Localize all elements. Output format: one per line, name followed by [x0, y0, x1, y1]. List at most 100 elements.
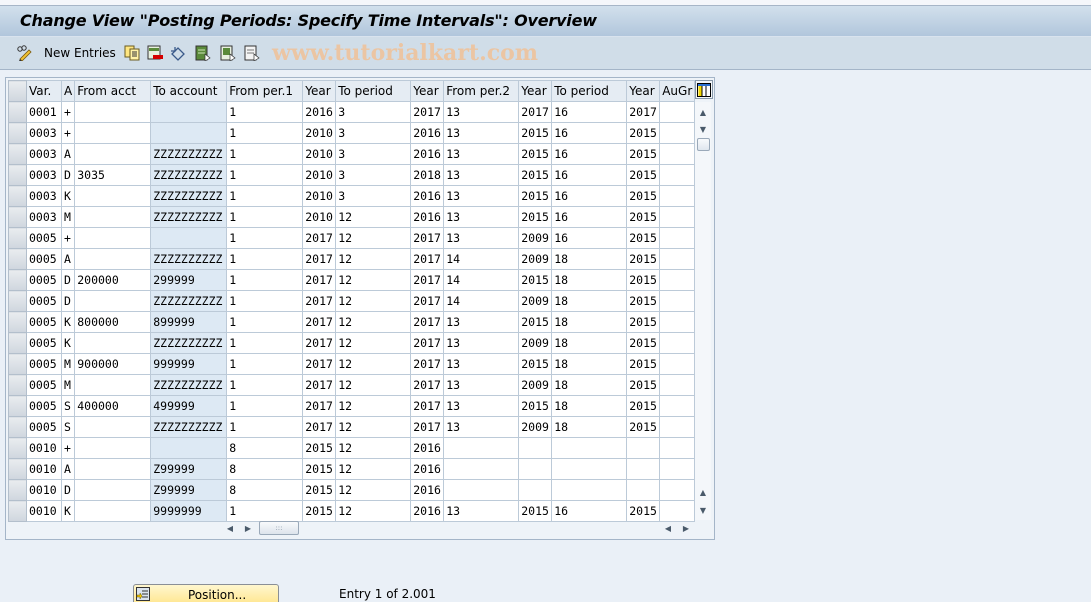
cell-var[interactable]: 0003 — [26, 143, 62, 165]
cell-year-2[interactable]: 2017 — [410, 101, 445, 123]
cell-to-period-1[interactable]: 3 — [335, 143, 412, 165]
cell-year-2[interactable]: 2017 — [410, 332, 445, 354]
cell-to-period-1[interactable]: 12 — [335, 479, 412, 501]
cell-year-2[interactable]: 2017 — [410, 395, 445, 417]
cell-augr[interactable] — [659, 332, 696, 354]
cell-to-period-2[interactable]: 16 — [551, 122, 628, 144]
cell-year-1[interactable]: 2010 — [302, 164, 337, 186]
cell-year-3[interactable]: 2009 — [518, 248, 553, 270]
column-header-from-per-2[interactable]: From per.2 — [443, 80, 520, 102]
cell-to-period-1[interactable]: 12 — [335, 416, 412, 438]
cell-augr[interactable] — [659, 395, 696, 417]
cell-year-1[interactable]: 2017 — [302, 416, 337, 438]
cell-to-account[interactable]: 899999 — [150, 311, 228, 333]
cell-year-2[interactable]: 2016 — [410, 437, 445, 459]
cell-from-acct[interactable] — [74, 332, 152, 354]
cell-from-per-2[interactable]: 13 — [443, 353, 520, 375]
cell-to-period-2[interactable]: 18 — [551, 269, 628, 291]
cell-augr[interactable] — [659, 143, 696, 165]
vertical-scroll-thumb[interactable] — [697, 138, 710, 151]
column-header-account-type[interactable]: A — [60, 80, 76, 102]
cell-to-period-2[interactable]: 16 — [551, 101, 628, 123]
cell-augr[interactable] — [659, 374, 696, 396]
cell-from-per-2[interactable]: 14 — [443, 248, 520, 270]
row-selector-button[interactable] — [8, 269, 27, 291]
column-configuration-button[interactable] — [695, 80, 713, 99]
cell-year-1[interactable]: 2017 — [302, 332, 337, 354]
cell-year-1[interactable]: 2017 — [302, 248, 337, 270]
row-selector-button[interactable] — [8, 248, 27, 270]
cell-year-4[interactable]: 2015 — [626, 332, 661, 354]
column-header-year-3[interactable]: Year — [518, 80, 553, 102]
cell-year-1[interactable]: 2017 — [302, 353, 337, 375]
cell-augr[interactable] — [659, 269, 696, 291]
cell-augr[interactable] — [659, 206, 696, 228]
cell-year-3[interactable]: 2015 — [518, 311, 553, 333]
cell-year-1[interactable]: 2017 — [302, 311, 337, 333]
cell-account-type[interactable]: K — [60, 332, 76, 354]
cell-year-4[interactable]: 2015 — [626, 395, 661, 417]
cell-year-3[interactable]: 2015 — [518, 353, 553, 375]
cell-to-account[interactable]: ZZZZZZZZZZ — [150, 374, 228, 396]
cell-year-4[interactable]: 2015 — [626, 500, 661, 522]
cell-to-period-2[interactable]: 18 — [551, 353, 628, 375]
cell-to-account[interactable] — [150, 101, 228, 123]
cell-var[interactable]: 0010 — [26, 479, 62, 501]
cell-var[interactable]: 0010 — [26, 500, 62, 522]
cell-from-acct[interactable]: 800000 — [74, 311, 152, 333]
cell-from-per-2[interactable] — [443, 437, 520, 459]
cell-year-1[interactable]: 2017 — [302, 395, 337, 417]
cell-augr[interactable] — [659, 227, 696, 249]
cell-from-per-1[interactable]: 1 — [226, 122, 304, 144]
cell-to-account[interactable]: 9999999 — [150, 500, 228, 522]
cell-account-type[interactable]: K — [60, 500, 76, 522]
cell-year-1[interactable]: 2010 — [302, 185, 337, 207]
cell-from-acct[interactable] — [74, 122, 152, 144]
cell-from-per-2[interactable]: 13 — [443, 122, 520, 144]
cell-account-type[interactable]: A — [60, 143, 76, 165]
cell-year-4[interactable]: 2017 — [626, 101, 661, 123]
cell-year-4[interactable] — [626, 437, 661, 459]
column-header-to-period-1[interactable]: To period — [335, 80, 412, 102]
cell-from-acct[interactable] — [74, 500, 152, 522]
cell-to-period-2[interactable]: 16 — [551, 164, 628, 186]
cell-year-2[interactable]: 2016 — [410, 143, 445, 165]
cell-var[interactable]: 0003 — [26, 185, 62, 207]
cell-year-4[interactable]: 2015 — [626, 164, 661, 186]
cell-to-period-2[interactable] — [551, 437, 628, 459]
cell-augr[interactable] — [659, 248, 696, 270]
cell-to-account[interactable]: Z99999 — [150, 458, 228, 480]
cell-year-4[interactable]: 2015 — [626, 248, 661, 270]
cell-from-per-2[interactable]: 13 — [443, 185, 520, 207]
cell-account-type[interactable]: D — [60, 479, 76, 501]
cell-from-per-1[interactable]: 8 — [226, 458, 304, 480]
cell-year-2[interactable]: 2017 — [410, 227, 445, 249]
cell-year-4[interactable]: 2015 — [626, 206, 661, 228]
cell-from-per-2[interactable] — [443, 458, 520, 480]
cell-year-1[interactable]: 2015 — [302, 458, 337, 480]
cell-year-3[interactable]: 2015 — [518, 185, 553, 207]
cell-from-per-2[interactable]: 13 — [443, 332, 520, 354]
cell-year-1[interactable]: 2017 — [302, 269, 337, 291]
cell-account-type[interactable]: S — [60, 416, 76, 438]
cell-augr[interactable] — [659, 479, 696, 501]
cell-from-acct[interactable] — [74, 206, 152, 228]
cell-from-per-2[interactable]: 13 — [443, 500, 520, 522]
cell-var[interactable]: 0005 — [26, 227, 62, 249]
scroll-column-right-button[interactable]: ▶ — [679, 520, 693, 536]
cell-year-3[interactable]: 2009 — [518, 290, 553, 312]
cell-account-type[interactable]: + — [60, 122, 76, 144]
cell-to-period-1[interactable]: 12 — [335, 500, 412, 522]
cell-var[interactable]: 0003 — [26, 164, 62, 186]
cell-to-period-1[interactable]: 12 — [335, 395, 412, 417]
cell-from-acct[interactable] — [74, 290, 152, 312]
cell-from-per-1[interactable]: 1 — [226, 416, 304, 438]
cell-year-2[interactable]: 2016 — [410, 479, 445, 501]
cell-var[interactable]: 0005 — [26, 248, 62, 270]
cell-year-4[interactable]: 2015 — [626, 143, 661, 165]
cell-year-2[interactable]: 2017 — [410, 416, 445, 438]
cell-var[interactable]: 0005 — [26, 311, 62, 333]
cell-from-acct[interactable] — [74, 458, 152, 480]
cell-to-period-1[interactable]: 12 — [335, 206, 412, 228]
cell-year-1[interactable]: 2010 — [302, 206, 337, 228]
